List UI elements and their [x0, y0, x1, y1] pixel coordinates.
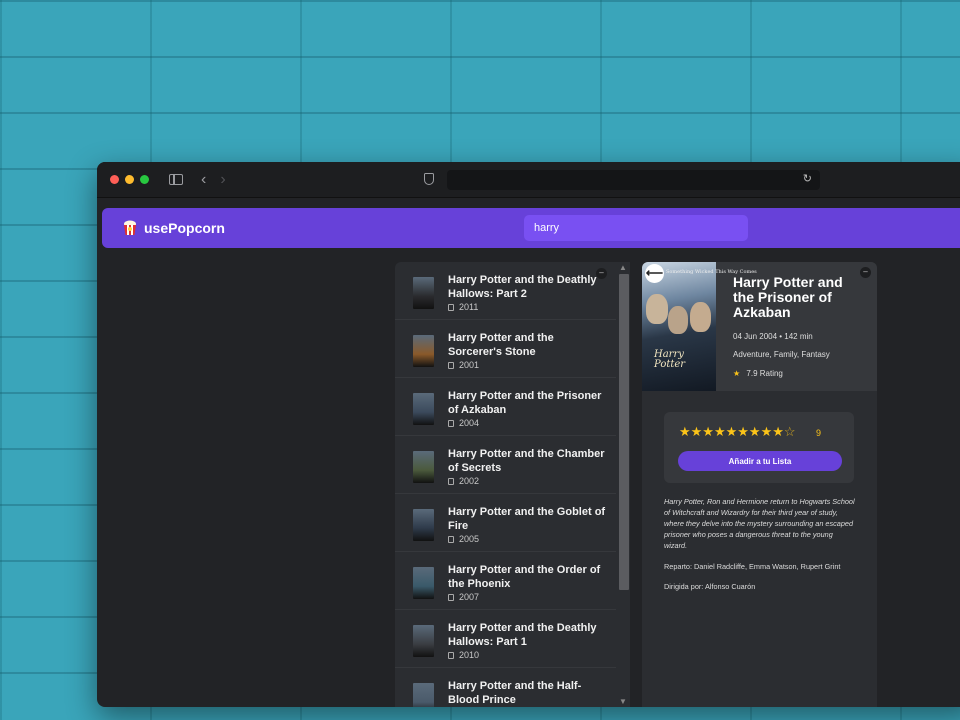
- movie-year-text: 2010: [459, 650, 480, 660]
- movie-list-item[interactable]: Harry Potter and the Deathly Hallows: Pa…: [395, 610, 629, 668]
- popcorn-logo-icon: [123, 220, 137, 236]
- movie-list-item[interactable]: Harry Potter and the Half-Blood Prince: [395, 668, 629, 707]
- movie-cast: Reparto: Daniel Radcliffe, Emma Watson, …: [664, 562, 841, 571]
- calendar-icon: [448, 593, 454, 601]
- movie-year: 2001: [448, 360, 479, 370]
- star-rating-input[interactable]: ★★★★★★★★★☆: [679, 424, 796, 440]
- movie-title: Harry Potter and the Sorcerer's Stone: [448, 332, 554, 358]
- movie-list-item[interactable]: Harry Potter and the Order of the Phoeni…: [395, 552, 629, 610]
- imdb-rating: ★ 7.9 Rating: [733, 369, 783, 378]
- movie-list-item[interactable]: Harry Potter and the Chamber of Secrets 2…: [395, 436, 629, 494]
- movie-list-scrollbar[interactable]: ▲ ▼: [616, 262, 630, 707]
- movie-poster-thumbnail: [413, 625, 434, 657]
- star-icon: ★: [733, 369, 741, 378]
- filled-stars[interactable]: ★★★★★★★★★: [679, 424, 784, 439]
- close-window-button[interactable]: [110, 175, 119, 184]
- close-detail-button[interactable]: –: [860, 267, 871, 278]
- movie-title: Harry Potter and the Deathly Hallows: Pa…: [448, 622, 597, 648]
- poster-face: [646, 294, 668, 324]
- minimize-window-button[interactable]: [125, 175, 134, 184]
- calendar-icon: [448, 535, 454, 543]
- movie-year-text: 2011: [459, 302, 479, 312]
- movie-list-item[interactable]: Harry Potter and the Goblet of Fire 2005: [395, 494, 629, 552]
- movie-year: 2004: [448, 418, 479, 428]
- movie-title: Harry Potter and the Prisoner of Azkaban: [448, 390, 602, 416]
- movie-list-panel: – Harry Potter and the Deathly Hallows: …: [395, 262, 629, 707]
- poster-face: [668, 306, 688, 334]
- movie-year: 2002: [448, 476, 479, 486]
- movie-title: Harry Potter and the Chamber of Secrets: [448, 448, 605, 474]
- calendar-icon: [448, 651, 454, 659]
- browser-window: ‹ › ↻ usePopcorn – Harry Potter and the …: [97, 162, 960, 707]
- address-bar[interactable]: ↻: [447, 170, 820, 190]
- movie-poster-thumbnail: [413, 683, 434, 707]
- scroll-up-icon[interactable]: ▲: [619, 263, 627, 272]
- movie-poster-thumbnail: [413, 509, 434, 541]
- app-logo-text: usePopcorn: [144, 220, 225, 236]
- empty-star[interactable]: ☆: [784, 424, 796, 439]
- movie-year: 2011: [448, 302, 478, 312]
- movie-year-text: 2007: [459, 592, 480, 602]
- movie-title: Harry Potter and the Half-Blood Prince: [448, 680, 582, 706]
- reload-icon[interactable]: ↻: [803, 172, 812, 185]
- calendar-icon: [448, 361, 454, 369]
- movie-year: 2007: [448, 592, 479, 602]
- user-rating-box: ★★★★★★★★★☆ 9 Añadir a tu Lista: [664, 412, 854, 483]
- movie-detail-poster: Something Wicked This Way Comes Harry Po…: [642, 262, 757, 391]
- add-to-list-button[interactable]: Añadir a tu Lista: [678, 451, 842, 471]
- movie-list-item[interactable]: Harry Potter and the Sorcerer's Stone 200…: [395, 320, 629, 378]
- app-navbar: usePopcorn: [102, 208, 960, 248]
- search-input[interactable]: [524, 215, 748, 241]
- movie-year: 2005: [448, 534, 479, 544]
- shield-icon[interactable]: [424, 173, 434, 185]
- back-button[interactable]: ⟵: [645, 264, 664, 283]
- movie-poster-thumbnail: [413, 335, 434, 367]
- movie-year-text: 2005: [459, 534, 480, 544]
- scroll-down-icon[interactable]: ▼: [619, 697, 627, 706]
- movie-detail-header: Something Wicked This Way Comes Harry Po…: [642, 262, 877, 391]
- movie-poster-thumbnail: [413, 393, 434, 425]
- movie-year-text: 2001: [459, 360, 480, 370]
- browser-titlebar: ‹ › ↻: [97, 162, 960, 198]
- genre: Adventure, Family, Fantasy: [733, 350, 830, 359]
- movie-director: Dirigida por: Alfonso Cuarón: [664, 582, 756, 591]
- movie-detail-title: Harry Potter and the Prisoner of Azkaban: [733, 274, 843, 320]
- movie-year: 2010: [448, 650, 479, 660]
- calendar-icon: [448, 303, 454, 311]
- movie-title: Harry Potter and the Order of the Phoeni…: [448, 564, 601, 590]
- movie-year-text: 2004: [459, 418, 480, 428]
- movie-list-item[interactable]: Harry Potter and the Deathly Hallows: Pa…: [395, 262, 629, 320]
- imdb-rating-text: 7.9 Rating: [746, 369, 783, 378]
- poster-face: [690, 302, 711, 332]
- maximize-window-button[interactable]: [140, 175, 149, 184]
- movie-year-text: 2002: [459, 476, 480, 486]
- sidebar-toggle-icon[interactable]: [169, 174, 183, 185]
- scrollbar-thumb[interactable]: [619, 274, 629, 590]
- movie-list-item[interactable]: Harry Potter and the Prisoner of Azkaban…: [395, 378, 629, 436]
- back-arrow-icon[interactable]: ‹: [201, 171, 206, 189]
- movie-poster-thumbnail: [413, 451, 434, 483]
- movie-plot: Harry Potter, Ron and Hermione return to…: [664, 497, 855, 550]
- forward-arrow-icon[interactable]: ›: [220, 171, 225, 189]
- movie-title: Harry Potter and the Goblet of Fire: [448, 506, 606, 532]
- poster-logo: Harry Potter: [654, 349, 686, 370]
- movie-title: Harry Potter and the Deathly Hallows: Pa…: [448, 274, 597, 300]
- movie-poster-thumbnail: [413, 277, 434, 309]
- calendar-icon: [448, 419, 454, 427]
- release-runtime: 04 Jun 2004 • 142 min: [733, 332, 813, 341]
- movie-detail-panel: Something Wicked This Way Comes Harry Po…: [642, 262, 877, 707]
- window-controls: [110, 175, 149, 184]
- user-rating-value: 9: [816, 428, 822, 438]
- movie-poster-thumbnail: [413, 567, 434, 599]
- calendar-icon: [448, 477, 454, 485]
